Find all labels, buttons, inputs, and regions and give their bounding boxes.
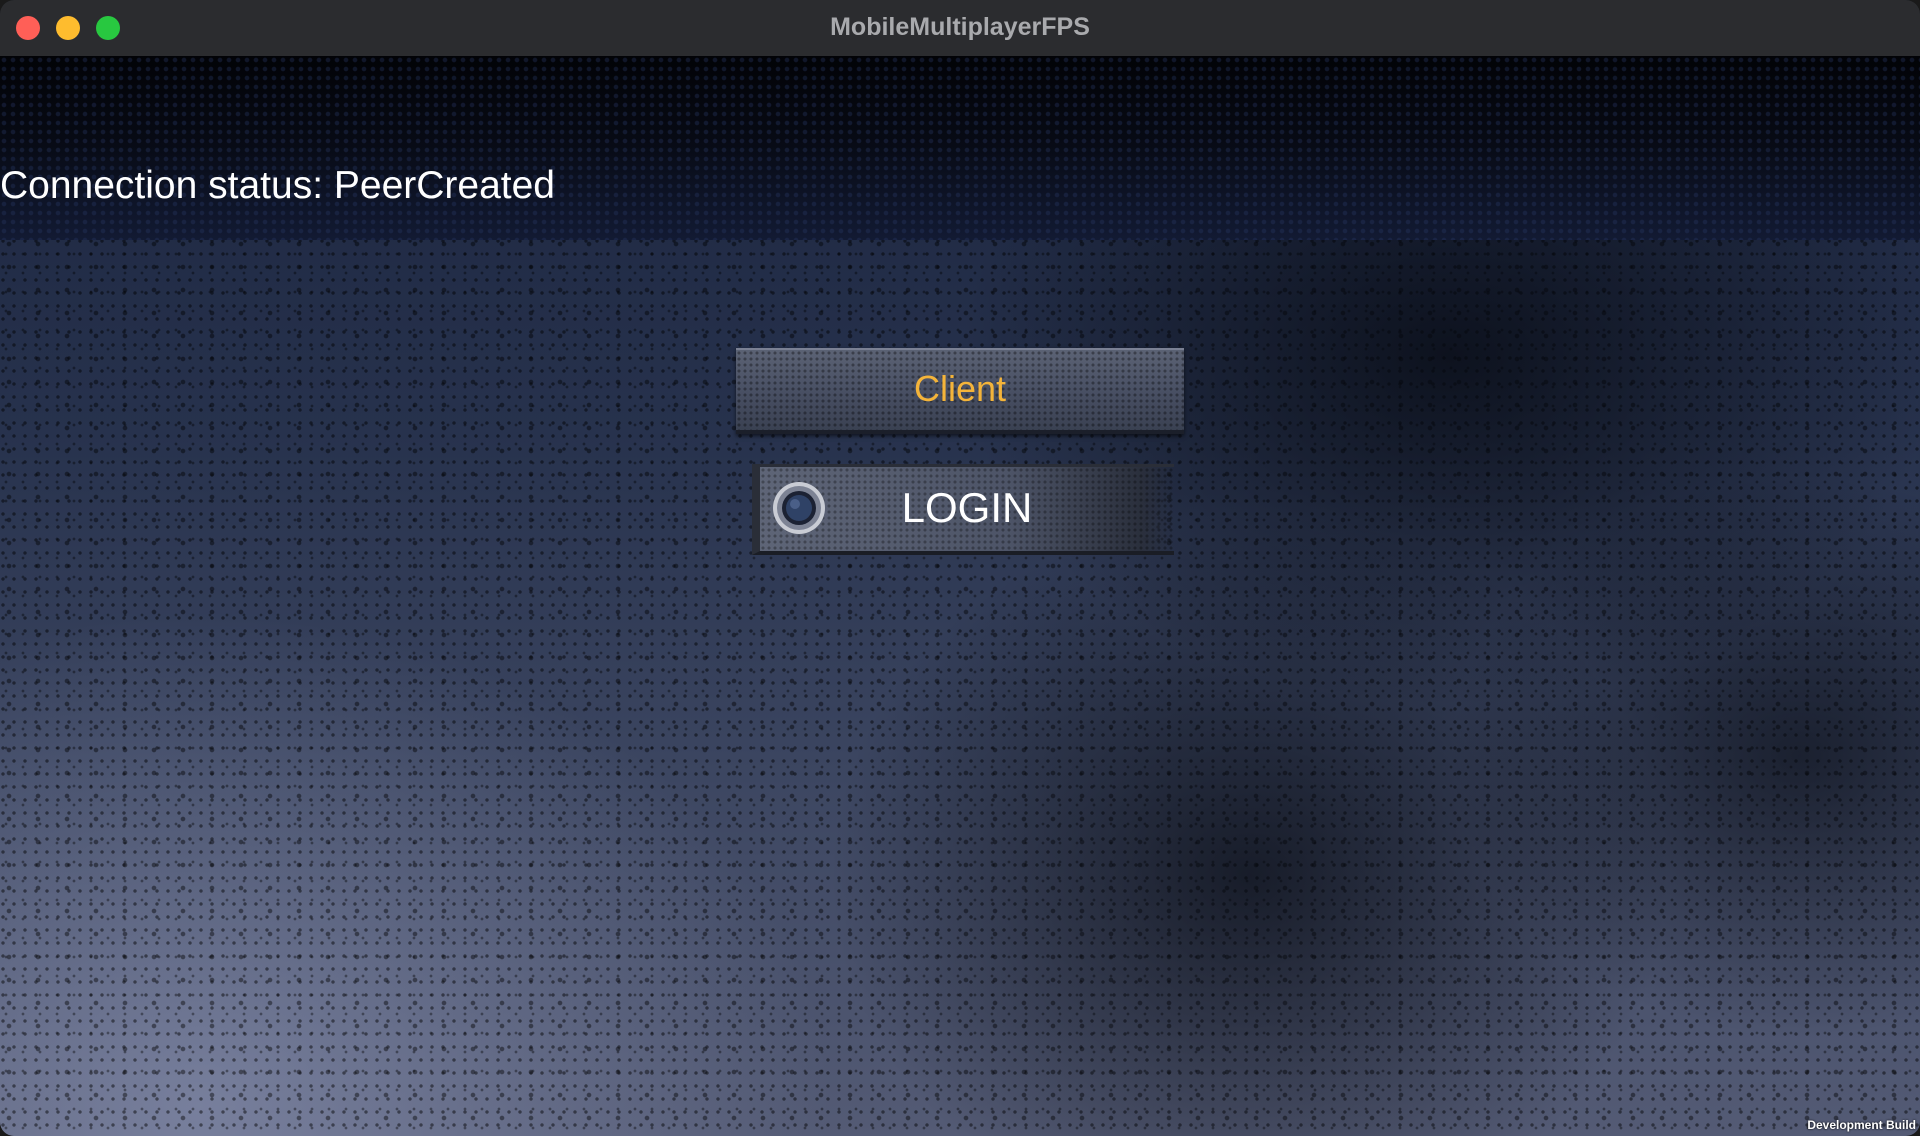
login-button[interactable]: LOGIN — [752, 464, 1174, 555]
development-build-label: Development Build — [1807, 1118, 1916, 1132]
status-header-band — [0, 56, 1920, 240]
app-window: MobileMultiplayerFPS Connection status: … — [0, 0, 1920, 1136]
game-viewport[interactable]: Connection status: PeerCreated Client LO… — [0, 56, 1920, 1136]
login-label: LOGIN — [901, 484, 1033, 531]
window-title: MobileMultiplayerFPS — [830, 13, 1090, 41]
title-bar[interactable]: MobileMultiplayerFPS — [0, 0, 1920, 57]
connection-status-text: Connection status: PeerCreated — [0, 164, 555, 207]
client-button[interactable]: Client — [736, 348, 1184, 434]
